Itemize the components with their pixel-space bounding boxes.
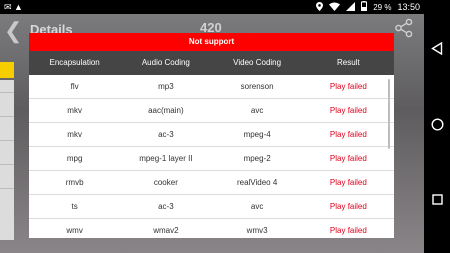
cell-audio-coding: wmav2: [153, 226, 179, 235]
table-row: mkv ac-3 mpeg-4 Play failed: [29, 123, 394, 147]
cell-video-coding: avc: [250, 202, 264, 211]
cell-audio-coding: cooker: [153, 178, 178, 187]
status-right: 29 % 13:50: [316, 1, 420, 13]
cell-result: Play failed: [329, 130, 367, 139]
cell-result: Play failed: [329, 154, 367, 163]
scrollbar[interactable]: [388, 79, 390, 149]
cell-result: Play failed: [329, 178, 367, 187]
cell-video-coding: sorenson: [240, 82, 274, 91]
cell-encapsulation: rmvb: [65, 178, 84, 187]
table-row: wmv wmav2 wmv3 Play failed: [29, 219, 394, 238]
cell-video-coding: realVideo 4: [236, 178, 278, 187]
background-list-panel: [0, 80, 14, 240]
table-row: ts ac-3 avc Play failed: [29, 195, 394, 219]
cell-video-coding: mpeg-4: [243, 130, 271, 139]
clock: 13:50: [397, 2, 420, 12]
battery-percent: 29 %: [373, 2, 392, 12]
cell-audio-coding: aac(main): [148, 106, 184, 115]
cell-result: Play failed: [329, 82, 367, 91]
cell-result: Play failed: [329, 202, 367, 211]
notification-icons: ✉ ▲: [4, 2, 23, 12]
column-header-audio-coding: Audio Coding: [141, 58, 190, 67]
wifi-icon: [329, 2, 341, 13]
cell-video-coding: avc: [250, 106, 264, 115]
back-arrow-icon[interactable]: ❮: [4, 20, 22, 42]
nav-back-icon[interactable]: [424, 41, 450, 60]
status-bar: ✉ ▲ 29 % 13:50: [0, 0, 424, 14]
table-header: Encapsulation Audio Coding Video Coding …: [29, 51, 394, 75]
cell-audio-coding: mpeg-1 layer II: [139, 154, 193, 163]
cell-result: Play failed: [329, 226, 367, 235]
column-header-encapsulation: Encapsulation: [49, 58, 100, 67]
background-accent-strip: [0, 62, 14, 78]
cell-audio-coding: ac-3: [158, 202, 174, 211]
share-icon[interactable]: [394, 18, 414, 43]
cell-audio-coding: mp3: [158, 82, 174, 91]
system-nav-bar: [424, 0, 450, 253]
location-icon: [316, 1, 324, 13]
table-row: flv mp3 sorenson Play failed: [29, 75, 394, 99]
table-body[interactable]: flv mp3 sorenson Play failed mkv aac(mai…: [29, 75, 394, 238]
cell-video-coding: mpeg-2: [243, 154, 271, 163]
cell-encapsulation: ts: [71, 202, 78, 211]
table-row: mkv aac(main) avc Play failed: [29, 99, 394, 123]
cell-video-coding: wmv3: [246, 226, 268, 235]
unsupported-formats-dialog: Not support Encapsulation Audio Coding V…: [29, 33, 394, 238]
column-header-video-coding: Video Coding: [233, 58, 282, 67]
cell-encapsulation: mkv: [67, 106, 82, 115]
cell-encapsulation: mkv: [67, 130, 82, 139]
signal-icon: [346, 1, 356, 13]
table-row: mpg mpeg-1 layer II mpeg-2 Play failed: [29, 147, 394, 171]
dialog-title: Not support: [29, 33, 394, 51]
battery-icon: [361, 1, 368, 13]
cell-result: Play failed: [329, 106, 367, 115]
cell-audio-coding: ac-3: [158, 130, 174, 139]
nav-recent-apps-icon[interactable]: [424, 192, 450, 210]
cell-encapsulation: flv: [70, 82, 79, 91]
cell-encapsulation: wmv: [66, 226, 83, 235]
cell-encapsulation: mpg: [66, 154, 83, 163]
column-header-result: Result: [337, 58, 360, 67]
nav-home-icon[interactable]: [424, 118, 450, 136]
table-row: rmvb cooker realVideo 4 Play failed: [29, 171, 394, 195]
